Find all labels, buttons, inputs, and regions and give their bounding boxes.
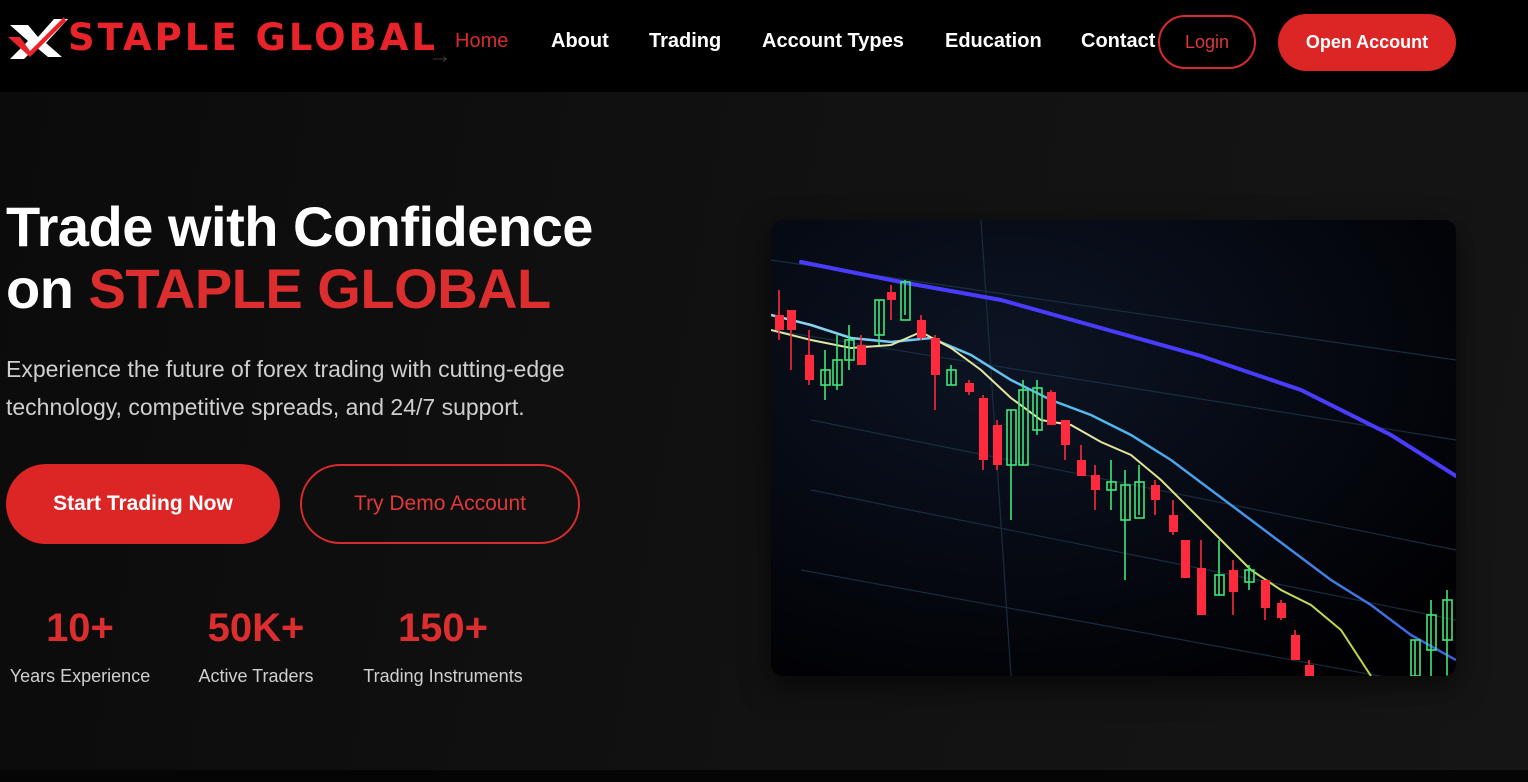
candle-body (917, 320, 926, 338)
candlestick-chart (771, 220, 1456, 676)
section-divider (0, 770, 1528, 782)
stat-label: Trading Instruments (363, 666, 523, 686)
candle-body (979, 398, 988, 460)
stat-instruments: 150+ Trading Instruments (358, 604, 528, 687)
nav-item-trading[interactable]: Trading (649, 30, 721, 53)
candle-body (1261, 580, 1270, 608)
stat-value: 150+ (397, 606, 489, 650)
stat-value: 50K+ (207, 606, 305, 650)
brand-x-icon (8, 17, 68, 59)
nav-item-about[interactable]: About (551, 30, 609, 53)
candle-body (887, 292, 896, 300)
candle-body (805, 355, 814, 380)
hero-title-accent: STAPLE GLOBAL (88, 257, 551, 320)
candle-body (1047, 392, 1056, 425)
hero-title-prefix: on (6, 257, 89, 320)
candle-body (1151, 485, 1160, 500)
nav-item-account-types[interactable]: Account Types (762, 30, 904, 53)
arrow-right-icon: → (428, 42, 452, 69)
stat-label: Years Experience (9, 666, 151, 686)
try-demo-button[interactable]: Try Demo Account (300, 464, 580, 544)
stat-years: 10+ Years Experience (6, 604, 154, 687)
open-account-button[interactable]: Open Account (1278, 14, 1456, 71)
candle-body (931, 338, 940, 375)
candle-body (1061, 420, 1070, 445)
candle-body (787, 310, 796, 330)
stat-label: Active Traders (198, 666, 314, 686)
candle-body (857, 345, 866, 365)
candle-body (775, 315, 784, 330)
hero-title-line1: Trade with Confidence (6, 195, 593, 258)
brand-name: STAPLE GLOBAL (68, 15, 438, 59)
candle-body (1077, 460, 1086, 476)
hero-title-line2: on STAPLE GLOBAL (6, 258, 593, 320)
candle-body (1277, 603, 1286, 618)
brand-logo[interactable]: STAPLE GLOBAL (6, 14, 438, 60)
candle-body (993, 425, 1002, 465)
nav-item-home[interactable]: Home (455, 30, 508, 53)
top-nav: STAPLE GLOBAL → Home About Trading Accou… (0, 0, 1528, 92)
start-trading-button[interactable]: Start Trading Now (6, 464, 280, 544)
candle-body (1181, 540, 1190, 578)
hero-subtitle: Experience the future of forex trading w… (6, 356, 565, 420)
candle-body (1291, 635, 1300, 660)
candle-body (1091, 475, 1100, 490)
stat-value: 10+ (46, 606, 114, 650)
login-button[interactable]: Login (1158, 15, 1256, 69)
nav-item-education[interactable]: Education (945, 30, 1042, 53)
candle-body (1229, 570, 1238, 592)
nav-item-contact[interactable]: Contact (1081, 30, 1155, 53)
trading-chart-image (771, 220, 1456, 676)
candle-body (965, 383, 974, 392)
candle-body (1305, 665, 1314, 676)
candle-body (1197, 568, 1206, 615)
hero-title: Trade with Confidence on STAPLE GLOBAL (6, 196, 593, 320)
candle-body (1169, 515, 1178, 532)
stat-traders: 50K+ Active Traders (194, 604, 318, 687)
